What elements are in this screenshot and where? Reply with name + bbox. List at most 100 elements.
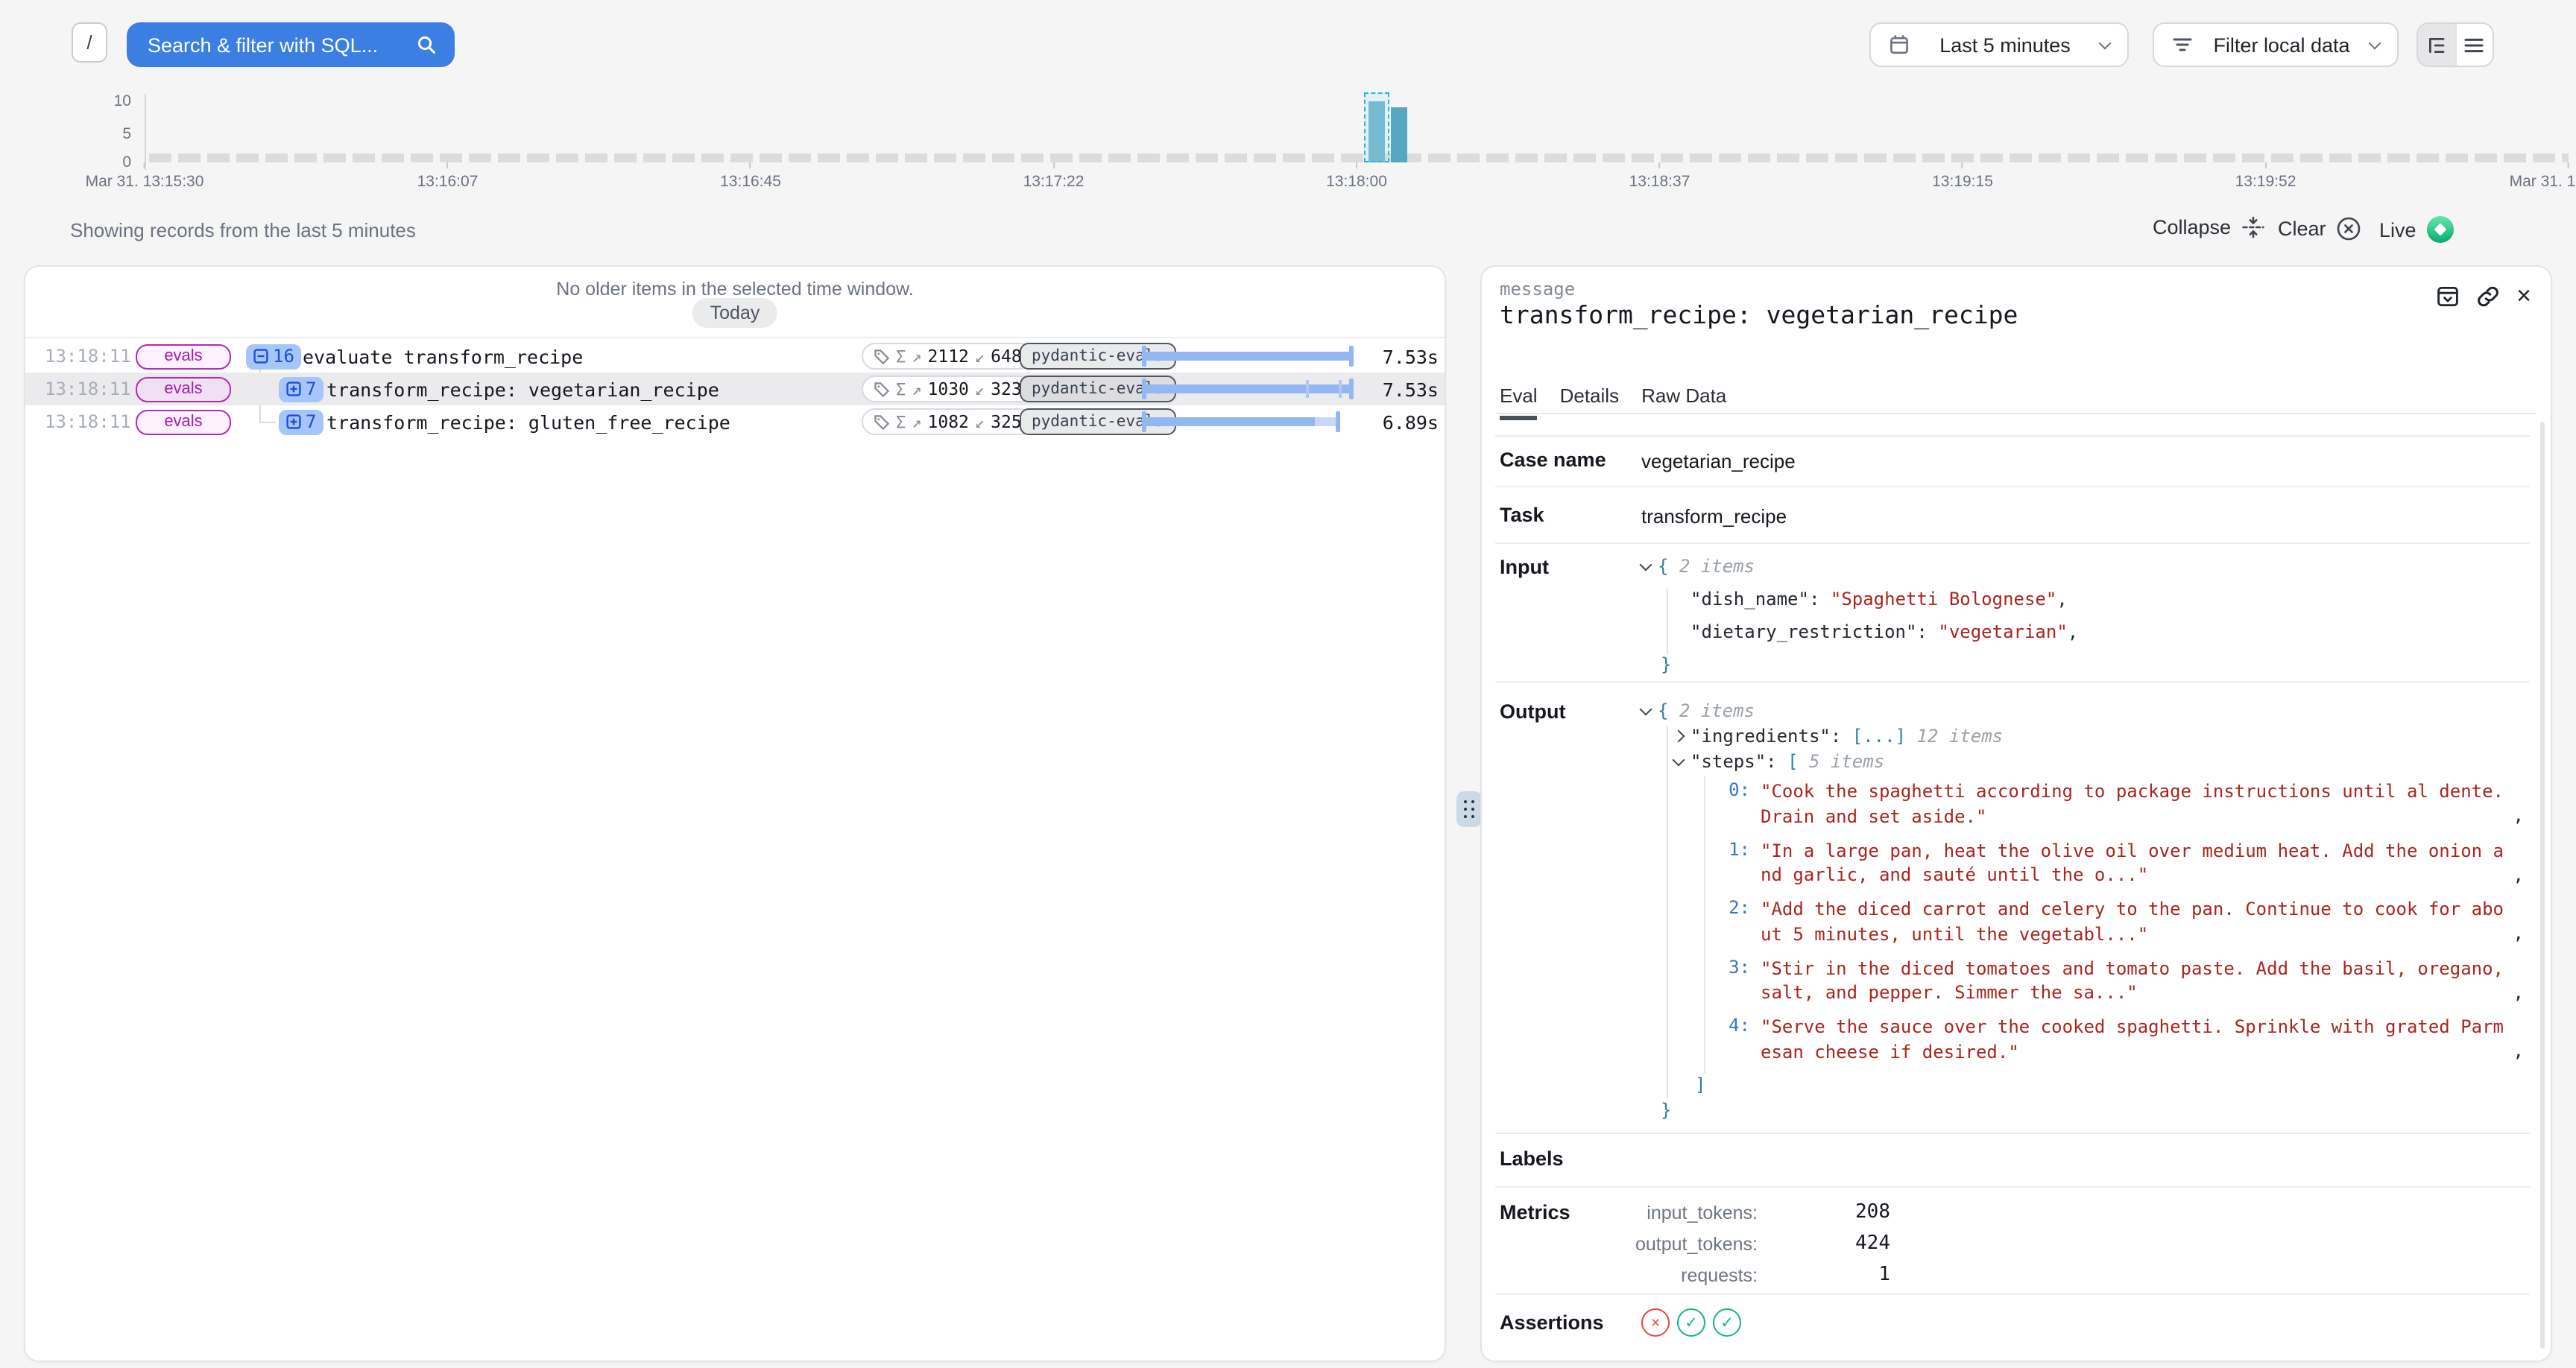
task-value: transform_recipe bbox=[1641, 505, 1787, 528]
clear-label: Clear bbox=[2278, 218, 2326, 240]
histogram-bar[interactable] bbox=[1391, 107, 1407, 162]
collapse-label: Collapse bbox=[2153, 216, 2231, 238]
search-icon bbox=[416, 34, 437, 55]
span-count: 7 bbox=[306, 379, 316, 399]
tree-view-toggle[interactable] bbox=[2418, 24, 2455, 66]
clear-circle-x-icon bbox=[2337, 216, 2362, 241]
trace-time: 13:18:11 bbox=[45, 346, 131, 367]
tokens-out: 323 bbox=[991, 379, 1022, 399]
collapse-chevron-icon[interactable] bbox=[1640, 703, 1652, 716]
detail-scrollbar[interactable] bbox=[2539, 422, 2545, 1349]
x-axis: Mar 31. 13:15:30 13:16:07 13:16:45 13:17… bbox=[145, 162, 2569, 201]
search-button[interactable]: Search & filter with SQL... bbox=[127, 22, 455, 67]
span-count-pill[interactable]: 7 bbox=[279, 376, 323, 402]
tokens-out: 648 bbox=[991, 346, 1022, 367]
evals-tag-badge: evals bbox=[136, 409, 231, 434]
collapse-chevron-icon[interactable] bbox=[1640, 559, 1652, 571]
json-open-bracket: [ bbox=[1787, 751, 1798, 772]
metric-value: 1 bbox=[1878, 1264, 1890, 1286]
json-string-value: "Spaghetti Bolognese" bbox=[1831, 589, 2056, 609]
calendar-icon bbox=[1889, 34, 1910, 55]
collapse-button[interactable]: Collapse bbox=[2153, 216, 2264, 238]
json-items-count: 2 items bbox=[1679, 700, 1755, 721]
panel-resize-handle[interactable] bbox=[1456, 791, 1482, 827]
expand-chevron-icon[interactable] bbox=[1673, 730, 1685, 743]
x-axis-tick-label: Mar 31. 13:15:30 bbox=[86, 173, 204, 191]
tab-details[interactable]: Details bbox=[1560, 384, 1620, 420]
tag-icon bbox=[874, 348, 890, 364]
json-close-bracket: ] bbox=[1695, 1074, 1705, 1095]
json-items-count: 2 items bbox=[1679, 556, 1755, 577]
close-button[interactable]: × bbox=[2516, 286, 2531, 307]
json-array-item: 4: "Serve the sauce over the cooked spag… bbox=[1728, 1015, 2524, 1064]
copy-link-button[interactable] bbox=[2476, 285, 2500, 308]
time-range-button[interactable]: Last 5 minutes bbox=[1869, 22, 2129, 67]
json-key: "ingredients": bbox=[1690, 726, 1841, 747]
detail-tabs: Eval Details Raw Data bbox=[1500, 384, 1726, 420]
trace-time: 13:18:11 bbox=[45, 411, 131, 432]
records-histogram bbox=[145, 101, 2569, 162]
span-count: 7 bbox=[306, 411, 316, 432]
json-entry: "dish_name": "Spaghetti Bolognese", bbox=[1641, 589, 2524, 621]
sigma-icon: Σ bbox=[896, 379, 906, 399]
trace-row-selected[interactable]: 13:18:11 evals 7 transform_recipe: veget… bbox=[25, 373, 1446, 405]
slash-shortcut-key: / bbox=[72, 22, 107, 63]
archive-button[interactable] bbox=[2436, 285, 2460, 308]
step-text: "Serve the sauce over the cooked spaghet… bbox=[1761, 1015, 2504, 1064]
tokens-pill: Σ ↗ 2112 ↙ 648 bbox=[862, 343, 1034, 370]
json-collapsed-preview[interactable]: [...] bbox=[1852, 726, 1906, 747]
json-open-brace: { bbox=[1658, 700, 1668, 721]
x-axis-tick-label: 13:18:00 bbox=[1326, 173, 1387, 191]
histogram-bar-selected[interactable] bbox=[1368, 101, 1385, 162]
span-count-pill[interactable]: 16 bbox=[246, 343, 302, 369]
arrow-down-left-icon: ↙ bbox=[975, 379, 985, 399]
trace-row[interactable]: 13:18:11 evals 16 evaluate transform_rec… bbox=[25, 340, 1446, 373]
tag-icon bbox=[874, 414, 890, 430]
json-comma: , bbox=[2056, 589, 2067, 609]
collapse-vertical-icon bbox=[2241, 216, 2264, 238]
json-items-count: 5 items bbox=[1809, 751, 1884, 772]
collapse-chevron-icon[interactable] bbox=[1673, 754, 1685, 767]
trace-rows: 13:18:11 evals 16 evaluate transform_rec… bbox=[25, 337, 1445, 338]
tab-raw-data[interactable]: Raw Data bbox=[1641, 384, 1726, 420]
tab-eval[interactable]: Eval bbox=[1500, 384, 1538, 420]
view-mode-toggle bbox=[2416, 22, 2494, 67]
json-open-brace: { bbox=[1658, 556, 1668, 577]
minus-square-icon bbox=[253, 349, 268, 364]
assertion-pass-icon: ✓ bbox=[1677, 1308, 1705, 1337]
arrow-up-right-icon: ↗ bbox=[912, 379, 921, 399]
metric-name: output_tokens: bbox=[1635, 1234, 1758, 1255]
filter-local-data-button[interactable]: Filter local data bbox=[2153, 22, 2399, 67]
search-button-label: Search & filter with SQL... bbox=[148, 34, 404, 56]
json-close-brace: } bbox=[1661, 654, 1671, 675]
clear-button[interactable]: Clear bbox=[2278, 216, 2362, 241]
sigma-icon: Σ bbox=[896, 412, 906, 431]
live-toggle[interactable]: Live bbox=[2379, 216, 2454, 243]
assertions-icons: × ✓ ✓ bbox=[1641, 1308, 1741, 1337]
bar-selection-outline bbox=[1364, 92, 1389, 162]
array-index: 3: bbox=[1728, 956, 1750, 1005]
record-kind-label: message bbox=[1500, 279, 1575, 300]
span-count-pill[interactable]: 7 bbox=[279, 409, 323, 434]
assertions-label: Assertions bbox=[1500, 1311, 1604, 1334]
no-older-items-notice: No older items in the selected time wind… bbox=[25, 279, 1445, 300]
close-icon: × bbox=[2516, 286, 2531, 307]
step-text: "Add the diced carrot and celery to the … bbox=[1761, 897, 2504, 946]
trace-list-panel: No older items in the selected time wind… bbox=[24, 265, 1446, 1362]
trace-row[interactable]: 13:18:11 evals 7 transform_recipe: glute… bbox=[25, 405, 1446, 438]
duration-bar bbox=[1142, 379, 1354, 399]
metric-name: requests: bbox=[1681, 1265, 1758, 1286]
evals-tag-badge: evals bbox=[136, 376, 231, 402]
showing-records-text: Showing records from the last 5 minutes bbox=[70, 219, 416, 241]
input-json-viewer: { 2 items "dish_name": "Spaghetti Bologn… bbox=[1641, 556, 2524, 687]
chevron-down-icon bbox=[2098, 37, 2111, 49]
metric-value: 208 bbox=[1855, 1201, 1890, 1223]
x-axis-tick-label: 13:19:15 bbox=[1932, 173, 1993, 191]
array-index: 4: bbox=[1728, 1015, 1750, 1064]
tokens-in: 2112 bbox=[928, 346, 969, 367]
list-view-toggle[interactable] bbox=[2455, 24, 2493, 66]
case-name-label: Case name bbox=[1500, 449, 1606, 471]
y-axis-tick-10: 10 bbox=[101, 92, 131, 110]
task-label: Task bbox=[1500, 504, 1544, 526]
live-status-icon bbox=[2427, 216, 2454, 243]
